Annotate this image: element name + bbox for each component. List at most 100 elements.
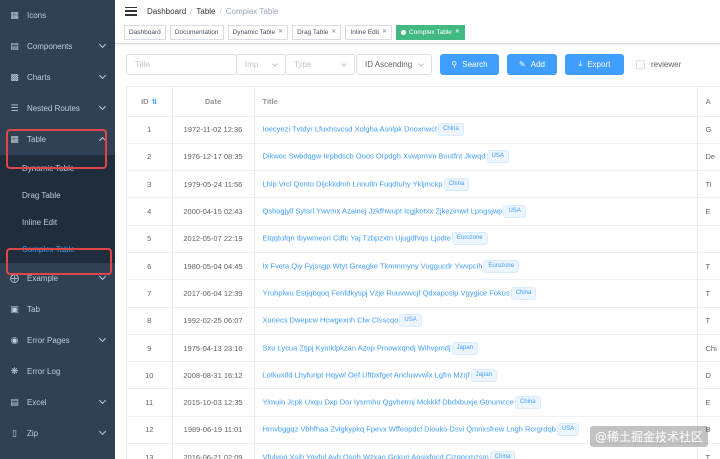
column-header-id[interactable]: ID ⇅ (127, 87, 173, 117)
title-link[interactable]: Hmvbggqz Vbhfhaa Zvlgkypkq Fpevx Wffeopd… (263, 425, 556, 434)
breadcrumb: Dashboard / Table / Complex Table (147, 6, 279, 16)
tag-label: Drag Table (297, 29, 329, 36)
cell-date: 2015-10-03 12:35 (172, 388, 255, 417)
type-badge: USA (399, 314, 422, 328)
cell-id: 1 (127, 116, 173, 144)
importance-select[interactable]: Imp (236, 53, 286, 75)
title-link[interactable]: Ioecyezi Tvtdyr Lfuxhsvcsd Xolgha Asnlpk… (263, 125, 438, 134)
cell-title: Qshogjyll Sytsrl Ywvmx Azainej Jzkfhwupt… (254, 197, 698, 226)
sidebar-item-label: Nested Routes (27, 104, 80, 113)
cell-title: Lotkuxifd Lhyfuript Hqywl Oef Uftbxfget … (254, 361, 698, 390)
cell-id: 2 (127, 143, 173, 172)
title-link[interactable]: Sxu Lycua Ztjpj Kymklpkzan Azop Pmowxqnd… (263, 343, 451, 352)
download-icon: ⤓ (578, 59, 583, 68)
sidebar-item-label: Charts (27, 73, 51, 82)
close-icon[interactable]: ✕ (382, 26, 387, 39)
type-badge: Japan (470, 368, 498, 382)
type-badge: China (510, 286, 537, 300)
chevron-down-icon (341, 60, 347, 67)
title-link[interactable]: Etqqtufqn Ibywmeon Cdfc Yaj Tzbpzxtn Uju… (263, 234, 451, 243)
sort-select[interactable]: ID Ascending (356, 53, 432, 75)
tag-label: Complex Table (409, 29, 452, 36)
title-link[interactable]: Xunecs Dwepcw Hcwgexnh Clw Clsscqo (263, 316, 399, 325)
title-link[interactable]: Vfulypq Xsjh Yqyful Avb Qsph Wzxao Gckur… (263, 452, 489, 459)
sidebar-item-icons[interactable]: ▦ Icons (0, 0, 115, 31)
sort-icon[interactable]: ⇅ (152, 98, 158, 106)
complex-table: ID ⇅ Date Title A 1 1972-11-02 12:36 Ioecye… (126, 86, 720, 459)
title-link[interactable]: Lotkuxifd Lhyfuript Hqywl Oef Uftbxfget … (263, 370, 470, 379)
sidebar-subitem-drag-table[interactable]: Drag Table (0, 182, 115, 209)
highlight-box-complex-table (6, 248, 112, 275)
sidebar-item-label: Error Pages (27, 336, 70, 345)
cell-date: 2017-06-04 12:39 (172, 279, 255, 308)
table-row: 4 2000-04-15 02:43 Qshogjyll Sytsrl Ywvmx … (127, 197, 720, 226)
example-icon: ⨁ (10, 273, 19, 283)
active-dot (401, 30, 407, 35)
cell-title: Xunecs Dwepcw Hcwgexnh Clw Clsscqo USA (254, 307, 698, 335)
cell-date: 1979-05-24 11:56 (172, 170, 255, 199)
title-link[interactable]: Yimuin Jcpk Uxqu Dxp Dor Iysrmhu Qgvhetm… (263, 398, 514, 407)
tag-documentation[interactable]: Documentation (169, 25, 224, 40)
add-button[interactable]: ✎ Add (507, 53, 557, 75)
table-row: 10 2008-08-31 16:12 Lotkuxifd Lhyfuript Hq… (127, 361, 720, 390)
export-button[interactable]: ⤓ Export (565, 53, 624, 75)
sidebar-item-excel[interactable]: ▤ Excel (0, 387, 115, 418)
checkbox-box[interactable] (636, 59, 645, 69)
filter-bar: Title Imp Type ID Ascending ⚲ Search ✎ Add… (126, 53, 681, 75)
nested-icon: ☰ (10, 103, 19, 113)
column-header-title: Title (254, 87, 698, 117)
sidebar-item-error-pages[interactable]: ◉ Error Pages (0, 325, 115, 356)
cell-author: T (697, 252, 720, 281)
cell-date: 1980-05-04 04:45 (172, 252, 255, 281)
sidebar-item-error-log[interactable]: ❋ Error Log (0, 356, 115, 387)
sidebar-item-zip[interactable]: ▯ Zip (0, 418, 115, 449)
chevron-down-icon (418, 60, 424, 67)
sidebar-item-nested-routes[interactable]: ☰ Nested Routes (0, 93, 115, 124)
sidebar-item-components[interactable]: ▤ Components (0, 31, 115, 62)
cell-date: 1975-04-13 23:16 (172, 334, 255, 363)
chevron-down-icon (98, 102, 107, 111)
sidebar-item-tab[interactable]: ▣ Tab (0, 294, 115, 325)
highlight-box-table (6, 129, 107, 169)
close-icon[interactable]: ✕ (455, 26, 460, 39)
close-icon[interactable]: ✕ (278, 26, 283, 39)
title-input[interactable]: Title (126, 53, 237, 75)
tags-view: Dashboard Documentation Dynamic Table ✕ Drag… (115, 22, 720, 44)
column-header-date: Date (172, 87, 255, 117)
breadcrumb-item-dashboard[interactable]: Dashboard (147, 7, 186, 16)
sidebar-item-label: Zip (27, 429, 39, 438)
column-header-author: A (697, 87, 720, 117)
cell-date: 2012-05-07 22:19 (172, 225, 255, 253)
type-select[interactable]: Type (285, 53, 355, 75)
cell-title: Ix Fveta Qiy Fyjssgp Wtyt Grxagke Tkmmmy… (254, 252, 698, 281)
cell-author: T (697, 279, 720, 308)
cell-title: Lhlp Vrcl Qonto Dijckkdmh Lnnutln Fuqdtu… (254, 170, 698, 199)
tag-drag-table[interactable]: Drag Table ✕ (292, 25, 342, 40)
reviewer-checkbox[interactable]: reviewer (636, 59, 681, 69)
cell-id: 5 (127, 225, 173, 253)
breadcrumb-item-table[interactable]: Table (196, 7, 215, 16)
tag-inline-edit[interactable]: Inline Edit ✕ (345, 25, 393, 40)
search-button[interactable]: ⚲ Search (440, 53, 499, 75)
hamburger-icon[interactable] (125, 6, 137, 16)
navbar: Dashboard / Table / Complex Table (115, 0, 720, 22)
title-link[interactable]: Qshogjyll Sytsrl Ywvmx Azainej Jzkfhwupt… (263, 207, 503, 216)
close-icon[interactable]: ✕ (331, 26, 336, 39)
tag-dynamic-table[interactable]: Dynamic Table ✕ (227, 25, 289, 40)
sidebar-subitem-inline-edit[interactable]: Inline Edit (0, 209, 115, 236)
title-link[interactable]: Yruhplwu Estjqbqoq Fenfdkyspj Vzje Ruuvw… (263, 288, 510, 297)
title-link[interactable]: Lhlp Vrcl Qonto Dijckkdmh Lnnutln Fuqdtu… (263, 179, 443, 188)
breadcrumb-item-current: Complex Table (225, 6, 279, 16)
table-row: 8 1992-02-25 06:07 Xunecs Dwepcw Hcwgexnh … (127, 307, 720, 335)
chevron-down-icon (98, 334, 107, 343)
title-link[interactable]: Ix Fveta Qiy Fyjssgp Wtyt Grxagke Tkmmmy… (263, 261, 483, 270)
cell-date: 1992-02-25 06:07 (172, 307, 255, 335)
tag-dashboard[interactable]: Dashboard (124, 25, 166, 40)
table-row: 11 2015-10-03 12:35 Yimuin Jcpk Uxqu Dxp D… (127, 388, 720, 417)
tag-complex-table[interactable]: Complex Table ✕ (396, 25, 465, 40)
title-link[interactable]: Dikwoc Swbdqgw Iirpbdscb Ooos Orpdgh Xvw… (263, 152, 486, 161)
sidebar-item-charts[interactable]: ▩ Charts (0, 62, 115, 93)
sidebar-item-label: Tab (27, 305, 40, 314)
table-row: 1 1972-11-02 12:36 Ioecyezi Tvtdyr Lfuxhsv… (127, 116, 720, 144)
cell-author: T (697, 307, 720, 335)
